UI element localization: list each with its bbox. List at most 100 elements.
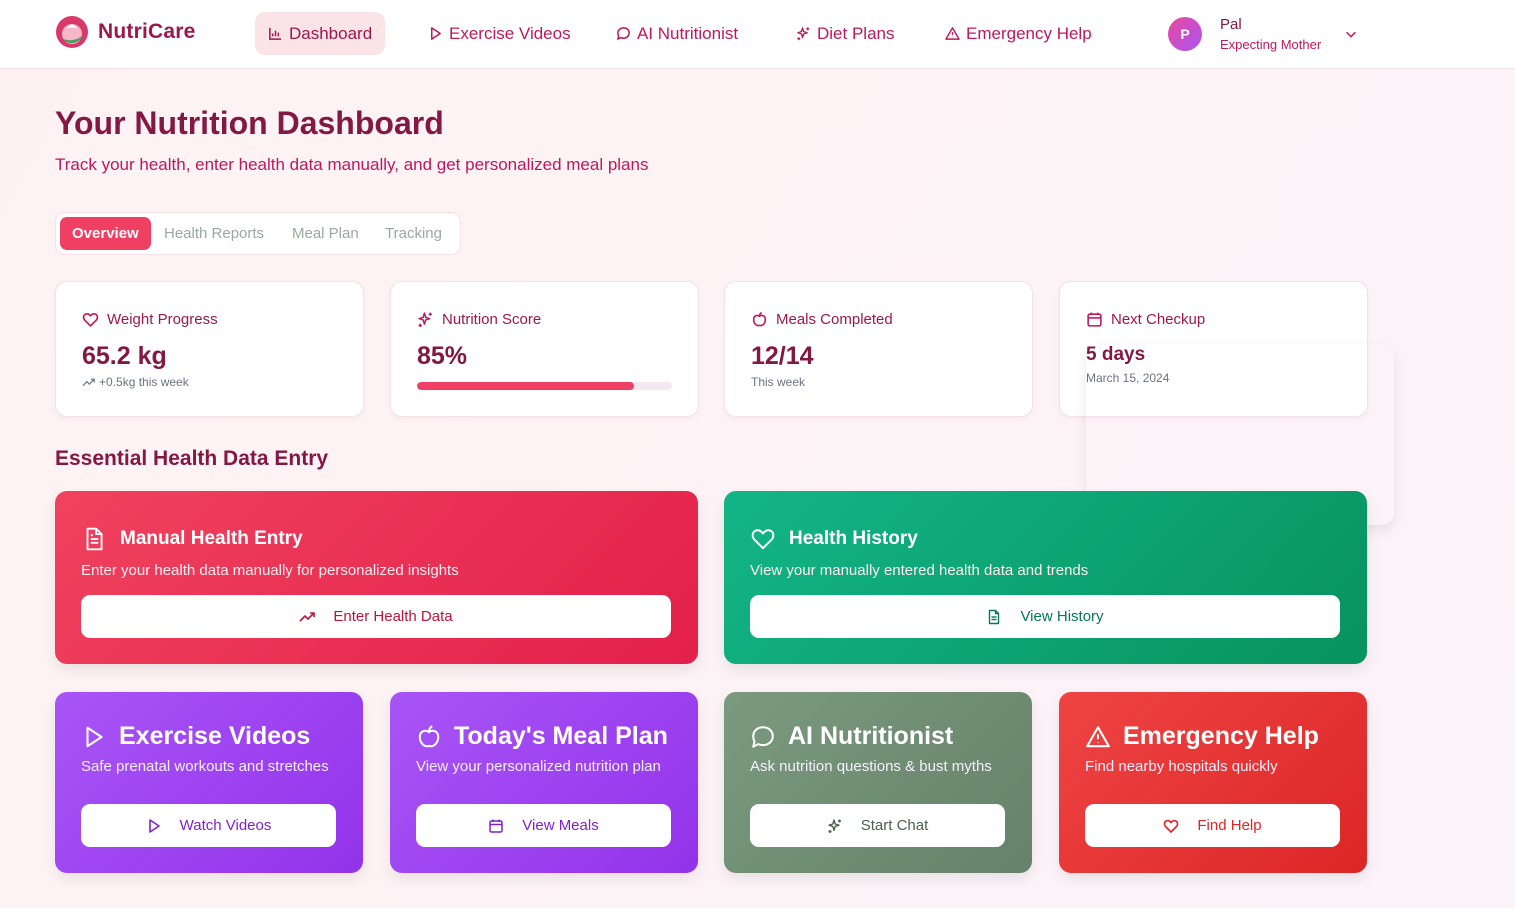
card-ai-head: AI Nutritionist bbox=[750, 722, 953, 751]
card-emergency-head: Emergency Help bbox=[1085, 722, 1319, 751]
top-navbar: NutriCare Dashboard Exercise Videos AI N… bbox=[0, 0, 1515, 69]
logo-icon bbox=[56, 16, 88, 48]
stat-meals-head: Meals Completed bbox=[751, 311, 893, 328]
card-manual-health-entry: Manual Health Entry Enter your health da… bbox=[55, 491, 698, 664]
view-meals-label: View Meals bbox=[522, 817, 599, 834]
brand-name: NutriCare bbox=[98, 20, 196, 43]
card-exercise-desc: Safe prenatal workouts and stretches bbox=[81, 758, 329, 775]
trending-up-icon bbox=[82, 378, 95, 386]
user-role: Expecting Mother bbox=[1220, 37, 1322, 52]
sparkles-icon bbox=[797, 27, 810, 41]
stat-weight-head: Weight Progress bbox=[82, 311, 218, 328]
chevron-down-icon[interactable] bbox=[1344, 27, 1358, 41]
calendar-icon bbox=[489, 819, 504, 833]
stat-weight-label: Weight Progress bbox=[107, 311, 218, 328]
card-meal-head: Today's Meal Plan bbox=[416, 722, 668, 751]
section-title: Essential Health Data Entry bbox=[55, 447, 329, 470]
stat-next-checkup: Next Checkup 5 days March 15, 2024 bbox=[1059, 281, 1368, 417]
card-ai-title: AI Nutritionist bbox=[788, 722, 954, 750]
nutrition-progress-fill bbox=[417, 382, 634, 390]
page-title: Your Nutrition Dashboard bbox=[55, 105, 444, 141]
alert-triangle-icon bbox=[1086, 725, 1110, 747]
stat-meals-completed: Meals Completed 12/14 This week bbox=[724, 281, 1033, 417]
card-history-head: Health History bbox=[750, 526, 918, 552]
user-menu[interactable]: P Pal Expecting Mother bbox=[1168, 15, 1356, 53]
bar-chart-icon bbox=[269, 27, 282, 40]
stat-meals-label: Meals Completed bbox=[776, 311, 893, 328]
play-icon bbox=[86, 726, 103, 747]
brand[interactable]: NutriCare bbox=[55, 15, 196, 49]
tab-health-reports[interactable]: Health Reports bbox=[152, 217, 276, 250]
stat-nutrition-label: Nutrition Score bbox=[442, 311, 542, 328]
watch-videos-button[interactable]: Watch Videos bbox=[81, 804, 336, 847]
nav-dashboard-label: Dashboard bbox=[289, 23, 373, 43]
stat-weight-note: +0.5kg this week bbox=[99, 375, 189, 389]
chat-icon bbox=[752, 725, 774, 748]
stat-weight-note-row: +0.5kg this week bbox=[82, 375, 189, 389]
card-exercise-head: Exercise Videos bbox=[81, 722, 310, 751]
view-history-button[interactable]: View History bbox=[750, 595, 1340, 638]
stat-nutrition-head: Nutrition Score bbox=[417, 311, 541, 328]
sparkles-icon bbox=[828, 818, 841, 833]
nutrition-progress-bar bbox=[417, 382, 672, 390]
alert-triangle-icon bbox=[945, 27, 960, 40]
stat-weight-progress: Weight Progress 65.2 kg +0.5kg this week bbox=[55, 281, 364, 417]
view-history-label: View History bbox=[1020, 608, 1104, 625]
nav-diet-plans[interactable]: Diet Plans bbox=[783, 12, 907, 55]
tab-meal-plan[interactable]: Meal Plan bbox=[280, 217, 371, 250]
find-help-label: Find Help bbox=[1197, 817, 1262, 834]
card-ai-desc: Ask nutrition questions & bust myths bbox=[750, 758, 992, 775]
card-exercise-title: Exercise Videos bbox=[119, 722, 311, 750]
card-emergency-title: Emergency Help bbox=[1123, 722, 1319, 750]
stat-nutrition-score: Nutrition Score 85% bbox=[390, 281, 699, 417]
card-history-title: Health History bbox=[789, 528, 918, 549]
card-todays-meal-plan: Today's Meal Plan View your personalized… bbox=[390, 692, 698, 873]
page-subtitle: Track your health, enter health data man… bbox=[55, 155, 649, 174]
card-meal-title: Today's Meal Plan bbox=[454, 722, 668, 750]
tab-overview[interactable]: Overview bbox=[60, 217, 151, 250]
user-name: Pal bbox=[1220, 16, 1242, 33]
card-health-history: Health History View your manually entere… bbox=[724, 491, 1367, 664]
stat-nutrition-value: 85% bbox=[417, 342, 468, 370]
start-chat-button[interactable]: Start Chat bbox=[750, 804, 1005, 847]
card-exercise-videos: Exercise Videos Safe prenatal workouts a… bbox=[55, 692, 363, 873]
user-info: Pal Expecting Mother bbox=[1220, 16, 1321, 52]
tab-tracking[interactable]: Tracking bbox=[373, 217, 454, 250]
nav-diet-label: Diet Plans bbox=[817, 23, 895, 43]
sparkles-icon bbox=[418, 312, 432, 327]
view-meals-button[interactable]: View Meals bbox=[416, 804, 671, 847]
document-icon bbox=[86, 527, 103, 551]
heart-icon bbox=[751, 529, 775, 550]
watch-videos-label: Watch Videos bbox=[179, 817, 272, 834]
nav-dashboard[interactable]: Dashboard bbox=[255, 12, 386, 55]
stat-checkup-date: March 15, 2024 bbox=[1086, 371, 1170, 385]
play-icon bbox=[431, 27, 441, 40]
avatar: P bbox=[1168, 17, 1202, 51]
apple-icon bbox=[752, 311, 767, 327]
nav-emergency-label: Emergency Help bbox=[966, 23, 1092, 43]
card-history-desc: View your manually entered health data a… bbox=[750, 562, 1089, 579]
stat-meals-note: This week bbox=[751, 375, 806, 389]
play-icon bbox=[148, 818, 160, 833]
stat-checkup-label: Next Checkup bbox=[1111, 311, 1206, 328]
enter-health-data-button[interactable]: Enter Health Data bbox=[81, 595, 671, 638]
trending-up-icon bbox=[299, 611, 316, 622]
nav-exercise-videos[interactable]: Exercise Videos bbox=[415, 12, 584, 55]
tab-bar: Overview Health Reports Meal Plan Tracki… bbox=[55, 212, 461, 255]
chat-icon bbox=[617, 27, 630, 40]
stat-weight-value: 65.2 kg bbox=[82, 342, 167, 370]
card-emergency-desc: Find nearby hospitals quickly bbox=[1085, 758, 1278, 775]
nav-ai-nutritionist[interactable]: AI Nutritionist bbox=[603, 12, 751, 55]
card-manual-desc: Enter your health data manually for pers… bbox=[81, 562, 459, 579]
card-meal-desc: View your personalized nutrition plan bbox=[416, 758, 661, 775]
nav-ai-label: AI Nutritionist bbox=[637, 23, 739, 43]
heart-icon bbox=[1164, 819, 1179, 833]
heart-icon bbox=[82, 312, 99, 327]
start-chat-label: Start Chat bbox=[860, 817, 929, 834]
find-help-button[interactable]: Find Help bbox=[1085, 804, 1340, 847]
card-emergency-help: Emergency Help Find nearby hospitals qui… bbox=[1059, 692, 1367, 873]
document-icon bbox=[989, 609, 1000, 624]
enter-health-data-label: Enter Health Data bbox=[333, 608, 453, 625]
nav-emergency-help[interactable]: Emergency Help bbox=[932, 12, 1105, 55]
apple-icon bbox=[418, 724, 440, 747]
